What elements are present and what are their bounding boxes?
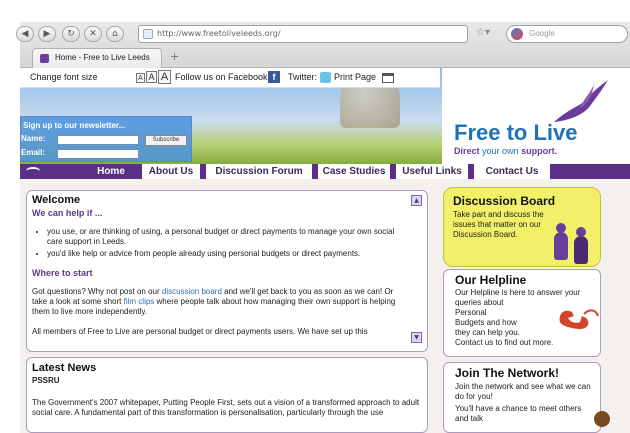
list-item: you use, or are thinking of using, a per… bbox=[47, 227, 407, 247]
logo[interactable]: Free to Live Direct your own support. bbox=[442, 68, 630, 164]
nav-item-discussion-forum[interactable]: Discussion Forum bbox=[206, 164, 312, 179]
tagline-support: support. bbox=[521, 146, 558, 156]
browser-tab[interactable]: Home - Free to Live Leeds bbox=[32, 48, 162, 68]
newsletter-name-label: Name: bbox=[21, 134, 46, 143]
newsletter-email-label: Email: bbox=[21, 148, 46, 157]
helpline-line-2: Personal bbox=[455, 308, 487, 317]
network-panel: Join The Network! Join the network and s… bbox=[443, 362, 610, 433]
discussion-board-title: Discussion Board bbox=[453, 194, 556, 208]
twitter-icon[interactable] bbox=[320, 72, 331, 84]
welcome-paragraph-2: All members of Free to Live are personal… bbox=[32, 327, 368, 336]
welcome-paragraph-1: Got questions? Why not post on our discu… bbox=[32, 287, 408, 317]
address-bar[interactable]: http://www.freetoliveleeds.org/ bbox=[138, 25, 468, 43]
people-icon bbox=[554, 223, 568, 260]
nav-item-contact-us[interactable]: Contact Us bbox=[474, 164, 550, 179]
facebook-icon[interactable]: f bbox=[268, 71, 280, 83]
newsletter-box: Sign up to our newsletter... Name: Email… bbox=[20, 116, 192, 162]
welcome-title: Welcome bbox=[32, 194, 81, 206]
nav-bird-icon bbox=[26, 167, 40, 175]
where-to-start-heading: Where to start bbox=[32, 268, 93, 278]
star-icon[interactable]: ☆▾ bbox=[476, 27, 490, 38]
font-size-label: Change font size bbox=[30, 72, 98, 82]
discussion-board-text: Take part and discuss the issues that ma… bbox=[453, 210, 544, 239]
stop-icon[interactable]: ✕ bbox=[84, 26, 102, 42]
bird-logo-icon bbox=[554, 80, 608, 122]
print-page-link[interactable]: Print Page bbox=[334, 72, 376, 82]
welcome-bullet-list: you use, or are thinking of using, a per… bbox=[47, 227, 407, 261]
network-line-1: Join the network and see what we can do … bbox=[455, 382, 591, 401]
helpline-title: Our Helpline bbox=[455, 273, 527, 287]
people-icon-second bbox=[574, 227, 588, 264]
discussion-board-link[interactable]: discussion board bbox=[162, 287, 222, 296]
newsletter-email-input[interactable] bbox=[57, 149, 139, 159]
logo-tagline: Direct your own support. bbox=[454, 146, 557, 156]
main-nav: Home About Us Discussion Forum Case Stud… bbox=[20, 164, 630, 179]
google-icon bbox=[511, 28, 523, 40]
site-favicon-icon bbox=[143, 29, 153, 39]
new-tab-button[interactable]: + bbox=[170, 50, 179, 63]
font-large-button[interactable]: A bbox=[158, 70, 171, 84]
helpline-line-3: Budgets and how bbox=[455, 318, 517, 327]
font-size-controls: AAA bbox=[136, 70, 172, 84]
p1-text-start: Got questions? Why not post on our bbox=[32, 287, 160, 296]
tab-favicon-icon bbox=[40, 54, 49, 63]
newsletter-name-input[interactable] bbox=[57, 135, 139, 145]
tab-title: Home - Free to Live Leeds bbox=[55, 53, 150, 62]
browser-toolbar: ◀ ▶ ↻ ✕ ⌂ http://www.freetoliveleeds.org… bbox=[16, 22, 630, 68]
tagline-middle: your own bbox=[482, 146, 519, 156]
search-placeholder: Google bbox=[529, 29, 555, 38]
url-text: http://www.freetoliveleeds.org/ bbox=[157, 29, 281, 38]
scroll-down-icon[interactable]: ▼ bbox=[411, 332, 422, 343]
welcome-panel: Welcome We can help if ... you use, or a… bbox=[26, 190, 428, 352]
latest-news-title: Latest News bbox=[32, 362, 97, 374]
font-medium-button[interactable]: A bbox=[146, 71, 157, 83]
film-clips-link[interactable]: film clips bbox=[124, 297, 155, 306]
reload-icon[interactable]: ↻ bbox=[62, 26, 80, 42]
discussion-board-promo[interactable]: Discussion Board Take part and discuss t… bbox=[443, 187, 601, 267]
home-icon[interactable]: ⌂ bbox=[106, 26, 124, 42]
facebook-label: Follow us on Facebook: bbox=[175, 72, 271, 82]
newsletter-title: Sign up to our newsletter... bbox=[23, 121, 126, 130]
helpline-line-4: they can help you. bbox=[455, 328, 520, 337]
content-area: Welcome We can help if ... you use, or a… bbox=[20, 179, 630, 433]
welcome-subtitle: We can help if ... bbox=[32, 208, 103, 218]
telephone-icon bbox=[559, 309, 599, 330]
list-item: you'd like help or advice from people al… bbox=[47, 249, 407, 259]
font-small-button[interactable]: A bbox=[136, 73, 145, 83]
helpline-line-5: Contact us to find out more. bbox=[455, 338, 554, 347]
print-icon[interactable] bbox=[382, 72, 394, 83]
search-input[interactable]: Google bbox=[506, 25, 628, 43]
nav-item-case-studies[interactable]: Case Studies bbox=[318, 164, 390, 179]
nav-item-useful-links[interactable]: Useful Links bbox=[396, 164, 468, 179]
latest-news-subtitle: PSSRU bbox=[32, 376, 60, 385]
network-title: Join The Network! bbox=[455, 366, 560, 380]
network-line-2: You'll have a chance to meet others and … bbox=[455, 404, 582, 423]
nav-item-about-us[interactable]: About Us bbox=[142, 164, 200, 179]
latest-news-panel: Latest News PSSRU The Government's 2007 … bbox=[26, 357, 428, 433]
twitter-label: Twitter: bbox=[288, 72, 318, 82]
forward-icon[interactable]: ▶ bbox=[38, 26, 56, 42]
scroll-up-icon[interactable]: ▲ bbox=[411, 195, 422, 206]
facebook-glyph: f bbox=[268, 71, 280, 83]
latest-news-text: The Government's 2007 whitepaper, Puttin… bbox=[32, 398, 420, 417]
nav-item-home[interactable]: Home bbox=[82, 164, 140, 179]
tagline-direct: Direct bbox=[454, 146, 480, 156]
subscribe-button[interactable]: Subscribe bbox=[145, 135, 187, 146]
site-header: Change font size AAA Follow us on Facebo… bbox=[20, 68, 630, 164]
helpline-panel: Our Helpline Our Helpline is here to ans… bbox=[443, 269, 601, 357]
avatar bbox=[594, 411, 610, 427]
utility-bar: Change font size AAA Follow us on Facebo… bbox=[20, 68, 440, 88]
logo-title: Free to Live bbox=[454, 120, 578, 145]
back-icon[interactable]: ◀ bbox=[16, 26, 34, 42]
